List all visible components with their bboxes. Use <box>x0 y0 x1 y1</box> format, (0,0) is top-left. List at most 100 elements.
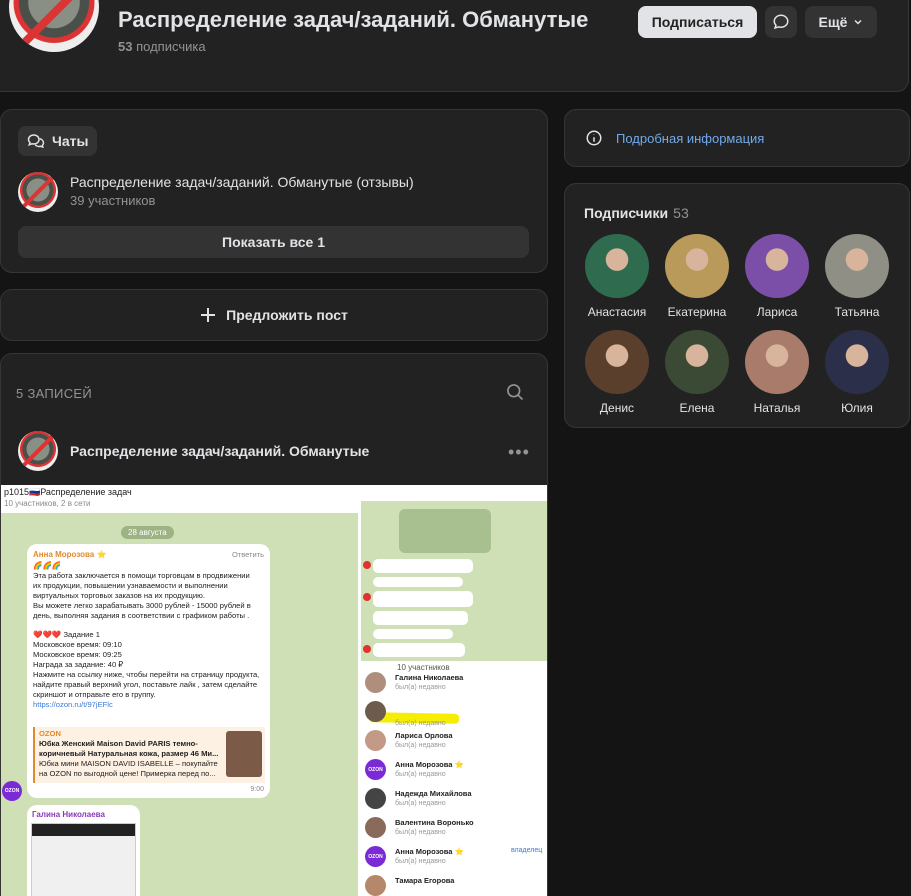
member-avatar <box>365 672 386 693</box>
member-row: Лариса Орлова был(а) недавно <box>361 727 547 755</box>
tg-title: р1015🇷🇺Распределение задач <box>4 487 132 497</box>
chats-block: Чаты Распределение задач/заданий. Обману… <box>0 109 548 273</box>
member-row: OZON Анна Морозова ⭐ был(а) недавно <box>361 756 547 784</box>
subscriber-name: Юлия <box>841 401 873 415</box>
member-avatar: OZON <box>365 846 386 867</box>
message-line: ❤️❤️❤️ Задание 1 <box>33 629 100 639</box>
subscriber-item[interactable]: Анастасия <box>577 234 657 319</box>
chats-tab-label: Чаты <box>52 133 89 149</box>
group-avatar[interactable] <box>6 0 102 55</box>
subscriber-name: Наталья <box>753 401 801 415</box>
show-all-chats-button[interactable]: Показать все 1 <box>18 226 529 258</box>
member-row: Тамара Егорова <box>361 872 547 896</box>
subscriber-name: Лариса <box>756 305 798 319</box>
message-line: Награда за задание: 40 ₽ <box>33 659 124 669</box>
more-label: Ещё <box>818 14 848 30</box>
message-icon <box>773 14 789 30</box>
message-line: виртуальных торговых заказов на их проду… <box>33 590 205 600</box>
message-line: их продукции, повышении узнаваемости и в… <box>33 580 228 590</box>
subscribe-button[interactable]: Подписаться <box>638 6 757 38</box>
message-line <box>33 621 264 630</box>
subscriber-count[interactable]: 53 подписчика <box>118 39 206 54</box>
message-line: скриншот и отправьте его в группу. <box>33 689 156 699</box>
post-image-members[interactable]: 10 участников Галина Николаева был(а) не… <box>361 663 547 896</box>
subscriber-avatar <box>745 234 809 298</box>
message-line: Московское время: 09:25 <box>33 649 122 659</box>
preview-thumbnail <box>226 731 262 777</box>
message-line: Московское время: 09:10 <box>33 639 122 649</box>
chevron-down-icon <box>854 19 862 25</box>
chats-icon <box>27 134 45 149</box>
chat-avatar[interactable] <box>18 172 58 212</box>
member-avatar <box>365 817 386 838</box>
subscribers-title[interactable]: Подписчики 53 <box>584 205 689 221</box>
posts-search-button[interactable] <box>505 382 525 407</box>
message-line: Вы можете легко зарабатывать 3000 рублей… <box>33 600 251 610</box>
more-button[interactable]: Ещё <box>805 6 877 38</box>
subscriber-item[interactable]: Лариса <box>737 234 817 319</box>
phone-screenshot <box>31 823 136 896</box>
link-preview: OZON Юбка Женский Maison David PARIS тем… <box>33 727 265 783</box>
tg-header: р1015🇷🇺Распределение задач 10 участников… <box>1 485 358 513</box>
member-row: был(а) недавно <box>361 698 547 727</box>
message-line: Эта работа заключается в помощи торговца… <box>33 570 250 580</box>
message-line: Нажмите на ссылку ниже, чтобы перейти на… <box>33 669 260 679</box>
subscribers-title-text: Подписчики <box>584 205 669 221</box>
tg-status: 10 участников, 2 в сети <box>4 499 91 508</box>
member-row: Надежда Михайлова был(а) недавно <box>361 785 547 813</box>
preview-title: Юбка Женский Maison David PARIS темно-ко… <box>39 739 219 759</box>
subscriber-avatar <box>585 234 649 298</box>
message-button[interactable] <box>765 6 797 38</box>
info-icon <box>586 130 602 146</box>
post-menu-button[interactable]: ••• <box>508 442 530 463</box>
subscriber-name: Екатерина <box>667 305 727 319</box>
search-icon <box>507 384 524 401</box>
member-row: Галина Николаева был(а) недавно <box>361 669 547 697</box>
plus-icon <box>201 308 216 322</box>
suggest-post-button[interactable]: Предложить пост <box>0 289 548 341</box>
post-author-name[interactable]: Распределение задач/заданий. Обманутые <box>70 443 369 459</box>
subscriber-name: Денис <box>599 401 635 415</box>
subscriber-count-number: 53 <box>118 39 133 54</box>
subscriber-count-word: подписчика <box>136 39 206 54</box>
group-title: Распределение задач/заданий. Обманутые <box>118 7 589 32</box>
subscriber-item[interactable]: Наталья <box>737 330 817 415</box>
post-image-chat-2[interactable] <box>361 485 547 661</box>
subscriber-name: Татьяна <box>834 305 880 319</box>
subscribers-count: 53 <box>673 205 689 221</box>
chats-tab-button[interactable]: Чаты <box>18 126 98 156</box>
posts-count: 5 ЗАПИСЕЙ <box>16 386 93 401</box>
member-row: Валентина Воронько был(а) недавно <box>361 814 547 842</box>
subscriber-item[interactable]: Елена <box>657 330 737 415</box>
post-image-mosaic[interactable]: р1015🇷🇺Распределение задач 10 участников… <box>1 485 547 896</box>
subscriber-name: Анастасия <box>587 305 647 319</box>
subscriber-item[interactable]: Юлия <box>817 330 897 415</box>
ozon-avatar: OZON <box>2 781 22 801</box>
chat-message: Анна Морозова ⭐ Ответить 🌈🌈🌈 Эта работа … <box>27 544 270 798</box>
member-row: OZON Анна Морозова ⭐ был(а) недавно влад… <box>361 843 547 871</box>
subscriber-avatar <box>585 330 649 394</box>
subscriber-item[interactable]: Екатерина <box>657 234 737 319</box>
message-reply: Ответить <box>231 550 264 559</box>
subscriber-item[interactable]: Денис <box>577 330 657 415</box>
post-author-avatar[interactable] <box>18 431 58 471</box>
chat-title[interactable]: Распределение задач/заданий. Обманутые (… <box>70 174 414 190</box>
subscriber-name: Елена <box>679 401 715 415</box>
subscriber-avatar <box>665 330 729 394</box>
subscriber-item[interactable]: Татьяна <box>817 234 897 319</box>
owner-label: владелец <box>511 847 543 854</box>
details-link[interactable]: Подробная информация <box>564 109 910 167</box>
preview-text: Юбка мини MAISON DAVID ISABELLE – покупа… <box>39 759 218 779</box>
suggest-post-label: Предложить пост <box>226 307 348 323</box>
date-pill: 28 августа <box>121 526 174 539</box>
message-author: Анна Морозова ⭐ <box>33 550 107 559</box>
subscriber-avatar <box>825 330 889 394</box>
message-line: найдите правый верхний угол, поставьте л… <box>33 679 258 689</box>
member-avatar: OZON <box>365 759 386 780</box>
post-image-chat[interactable]: р1015🇷🇺Распределение задач 10 участников… <box>1 485 358 896</box>
message-link: https://ozon.ru/t/97jEFlc <box>33 699 113 709</box>
message-time: 9:00 <box>250 785 264 793</box>
posts-block: 5 ЗАПИСЕЙ Распределение задач/заданий. О… <box>0 353 548 896</box>
subscribers-block: Подписчики 53 Анастасия Екатерина Лариса Тат… <box>564 183 910 428</box>
member-avatar <box>365 701 386 722</box>
